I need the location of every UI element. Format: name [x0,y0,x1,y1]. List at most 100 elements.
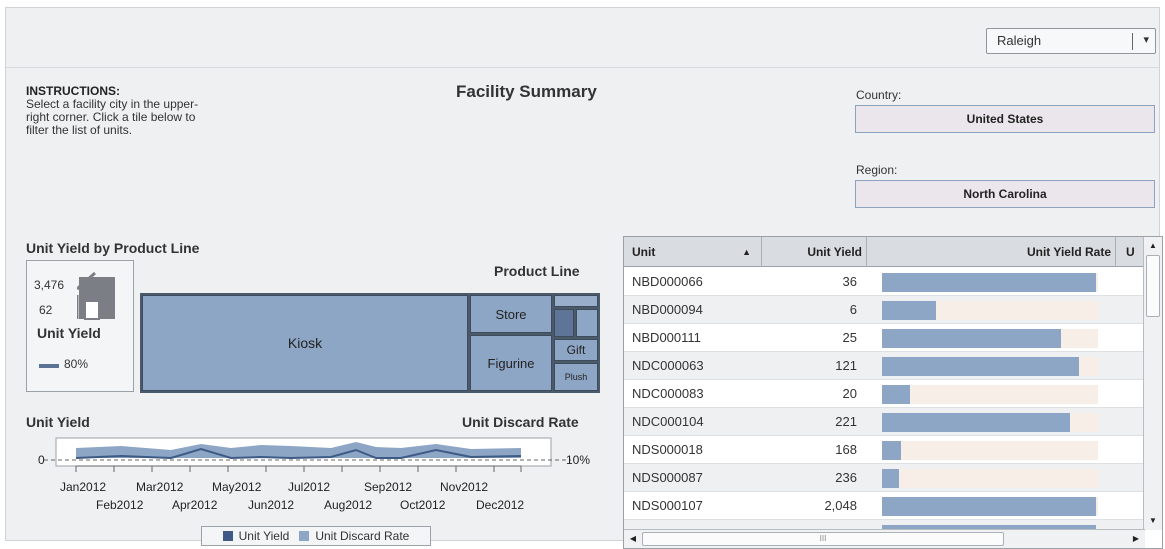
horizontal-scrollbar[interactable]: ◀ III ▶ [624,529,1145,548]
y-right-tick: 10% [566,453,591,467]
yield-rate-bar [882,301,936,320]
cell-unit-yield: 2,048 [824,498,857,513]
top-toolbar: Raleigh ▾ [6,8,1159,68]
table-row[interactable]: NDC000063 121 [624,352,1144,380]
city-select-value: Raleigh [997,33,1042,48]
table-row[interactable]: NDC000083 20 [624,380,1144,408]
scroll-right-icon[interactable]: ▶ [1129,532,1143,546]
yield-rate-bar [882,413,1070,432]
horizontal-scroll-thumb[interactable]: III [642,532,1004,546]
yield-rate-track [882,469,1098,488]
x-axis-ticks [75,466,522,472]
cell-unit-yield: 236 [835,470,857,485]
units-table: Unit ▲ Unit Yield Unit Yield Rate U NBD0… [623,236,1163,549]
month-label: May2012 [212,480,262,494]
vertical-scroll-thumb[interactable] [1146,255,1160,317]
cell-unit-yield: 20 [842,386,857,401]
month-label: Aug2012 [324,498,373,512]
tile-kiosk[interactable]: Kiosk [142,295,468,391]
cell-unit: NDS000018 [632,442,703,457]
month-label: Jun2012 [248,498,295,512]
table-row[interactable]: NBD000111 25 [624,324,1144,352]
instructions-body: Select a facility city in the upper-righ… [26,97,199,137]
table-row[interactable]: NDS000107 2,048 [624,492,1144,520]
column-header-unit-yield-rate[interactable]: Unit Yield Rate [867,237,1116,267]
cell-unit-yield: 25 [842,330,857,345]
chevron-down-icon[interactable]: ▾ [1143,33,1149,46]
size-legend-title: Unit Yield [37,325,101,341]
cell-unit: NBD000066 [632,274,703,289]
cell-unit-yield: 6 [849,302,857,317]
city-select[interactable]: Raleigh ▾ [986,28,1156,54]
table-header: Unit ▲ Unit Yield Unit Yield Rate U [624,237,1162,267]
size-max-label: 3,476 [34,278,65,292]
cell-unit: NBD000094 [632,302,703,317]
treemap-title: Unit Yield by Product Line [26,240,200,256]
legend-unit-yield: Unit Yield [238,529,290,543]
cell-unit: NDS000087 [632,470,703,485]
table-row[interactable]: NBD000094 6 [624,296,1144,324]
page-title: Facility Summary [456,82,597,101]
yield-rate-bar [882,329,1061,348]
region-label: Region: [856,163,898,177]
color-legend-label: 80% [64,357,89,371]
column-unit-label: Unit [632,245,656,259]
unit-yield-swatch [222,531,233,541]
dashboard-frame: Raleigh ▾ INSTRUCTIONS: Select a facilit… [5,7,1163,549]
scroll-down-icon[interactable]: ▼ [1146,514,1160,528]
table-row[interactable]: NDS000018 168 [624,436,1144,464]
line-left-title: Unit Yield [26,414,90,430]
product-line-label: Product Line [494,263,580,279]
country-value[interactable]: United States [855,105,1155,133]
y-left-tick: 0 [38,453,45,467]
column-header-truncated[interactable]: U [1116,237,1144,267]
column-header-unit[interactable]: Unit ▲ [624,237,762,267]
tile-small-3[interactable] [576,309,598,337]
month-label: Oct2012 [400,498,446,512]
select-divider [1132,33,1133,50]
instructions: INSTRUCTIONS: Select a facility city in … [26,85,221,137]
month-label: Jan2012 [60,480,107,494]
line-chart-legend: Unit Yield Unit Discard Rate [201,526,431,546]
table-row[interactable]: NDS000087 236 [624,464,1144,492]
tile-gift[interactable]: Gift [554,339,598,361]
line-right-title: Unit Discard Rate [462,414,579,430]
tile-small-2[interactable] [554,309,574,337]
scroll-up-icon[interactable]: ▲ [1146,239,1160,253]
tile-plush[interactable]: Plush [554,363,598,391]
discard-rate-swatch [299,531,310,541]
month-label: Feb2012 [96,498,144,512]
product-line-treemap: Kiosk Store Figurine Gift Plush [140,293,600,393]
month-label: Nov2012 [440,480,489,494]
cell-unit: NDC000063 [632,358,704,373]
scroll-left-icon[interactable]: ◀ [626,532,640,546]
yield-rate-track [882,441,1098,460]
cell-unit: NBD000111 [632,330,701,345]
tile-store[interactable]: Store [470,295,552,333]
country-label: Country: [856,88,902,102]
month-label: Sep2012 [364,480,413,494]
column-header-unit-yield[interactable]: Unit Yield [762,237,867,267]
yield-rate-bar [882,385,910,404]
tile-figurine[interactable]: Figurine [470,335,552,391]
cell-unit: NDS000107 [632,498,703,513]
month-label: Apr2012 [172,498,218,512]
yield-rate-bar [882,497,1096,516]
tile-small-1[interactable] [554,295,598,307]
yield-rate-bar [882,357,1079,376]
vertical-scrollbar[interactable]: ▲ ▼ [1143,237,1162,530]
cell-unit-yield: 221 [835,414,857,429]
yield-rate-bar [882,273,1096,292]
sort-ascending-icon[interactable]: ▲ [742,237,751,267]
yield-rate-bar [882,469,899,488]
month-label: Mar2012 [136,480,184,494]
table-row[interactable]: NBD000066 36 [624,268,1144,296]
legend-discard-rate: Unit Discard Rate [315,529,410,543]
yield-rate-track [882,385,1098,404]
cell-unit: NDC000083 [632,386,704,401]
month-label: Dec2012 [476,498,525,512]
cell-unit: NDC000104 [632,414,704,429]
yield-rate-bar [882,441,901,460]
region-value[interactable]: North Carolina [855,180,1155,208]
table-row[interactable]: NDC000104 221 [624,408,1144,436]
